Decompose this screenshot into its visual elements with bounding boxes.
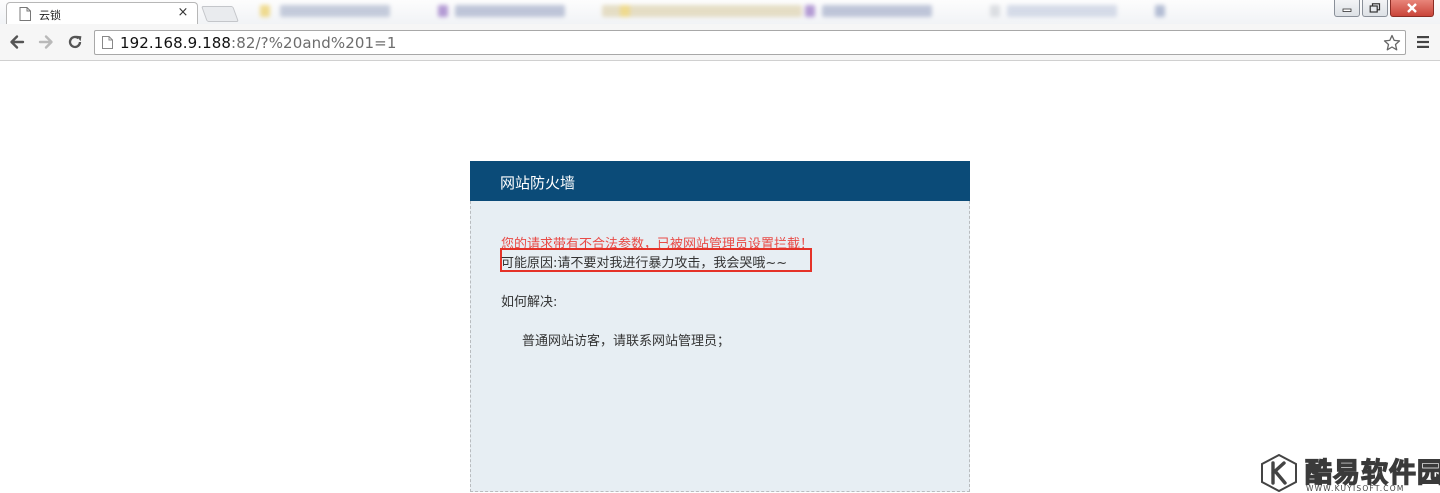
window-controls [1334,0,1434,18]
page-icon [19,7,31,21]
tab-title: 云锁 [39,9,61,22]
browser-toolbar: 192.168.9.188:82/?%20and%201=1 [0,24,1440,61]
watermark-url: WWW.KUYISOFT.COM [1306,484,1405,493]
close-icon [1407,3,1417,13]
block-reason-text: 可能原因:请不要对我进行暴力攻击，我会哭哦~~ [501,256,788,271]
url-path: :82/?%20and%201=1 [231,34,397,52]
maximize-button[interactable] [1362,0,1388,17]
back-icon[interactable] [8,33,26,51]
tab-active[interactable]: 云锁 × [6,2,198,24]
how-to-resolve-heading: 如何解决: [501,295,558,310]
site-watermark: 酷易软件园 WWW.KUYISOFT.COM [1258,450,1440,493]
forward-icon[interactable] [37,33,55,51]
menu-icon[interactable] [1416,35,1430,49]
url-host: 192.168.9.188 [120,34,232,52]
page-icon [102,36,113,49]
address-bar[interactable]: 192.168.9.188:82/?%20and%201=1 [94,30,1406,55]
minimize-button[interactable] [1334,0,1360,17]
resolution-text: 普通网站访客，请联系网站管理员； [522,334,731,349]
maximize-icon [1369,3,1381,13]
close-window-button[interactable] [1390,0,1434,17]
tab-strip: 云锁 × [0,0,1440,24]
tab-close-icon[interactable]: × [177,5,189,21]
bookmark-star-icon[interactable] [1383,34,1401,52]
firewall-title: 网站防火墙 [500,174,576,192]
firewall-card-header: 网站防火墙 [470,161,970,201]
blurred-background-region [250,5,1180,19]
new-tab-button[interactable] [201,6,239,22]
reload-icon[interactable] [66,33,84,51]
k-logo-icon [1261,454,1297,492]
minimize-icon [1342,8,1352,12]
firewall-card-body: 您的请求带有不合法参数，已被网站管理员设置拦截！ 可能原因:请不要对我进行暴力攻… [470,201,970,492]
url-text[interactable]: 192.168.9.188:82/?%20and%201=1 [120,34,396,52]
